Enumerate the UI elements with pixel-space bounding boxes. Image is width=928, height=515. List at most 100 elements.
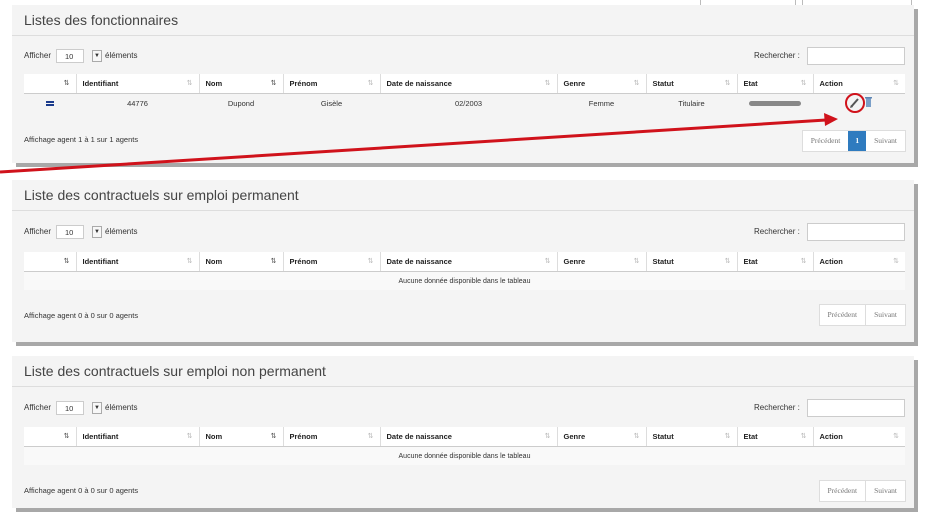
header-statut[interactable]: Statut ⇅ <box>645 427 737 447</box>
search-label: Rechercher : <box>754 403 800 412</box>
header-genre[interactable]: Genre ⇅ <box>556 427 646 447</box>
empty-message: Aucune donnée disponible dans le tableau <box>24 271 905 290</box>
title-divider <box>12 386 914 387</box>
header-row-control[interactable]: ⇅ <box>24 427 76 447</box>
page-1-button[interactable]: 1 <box>848 131 867 151</box>
next-button[interactable]: Suivant <box>865 305 905 325</box>
sort-icon: ⇅ <box>893 258 899 265</box>
sort-alpha-icon: ⇅ <box>270 80 277 87</box>
empty-row: Aucune donnée disponible dans le tableau <box>24 446 905 465</box>
sort-alpha-icon: ⇅ <box>270 258 277 265</box>
table-info: Affichage agent 0 à 0 sur 0 agents <box>24 311 139 320</box>
next-button[interactable]: Suivant <box>866 131 905 151</box>
empty-message: Aucune donnée disponible dans le tableau <box>24 446 905 465</box>
sort-icon: ⇅ <box>633 433 640 440</box>
header-etat[interactable]: Etat ⇅ <box>736 427 813 447</box>
sort-icon: ⇅ <box>367 80 374 87</box>
panel-title: Listes des fonctionnaires <box>24 12 179 28</box>
sort-icon: ⇅ <box>544 80 551 87</box>
cell-nom: Dupond <box>227 98 255 108</box>
sort-icon: ⇅ <box>633 80 640 87</box>
header-date-naissance[interactable]: Date de naissance ⇅ <box>379 252 557 272</box>
dropdown-caret-icon[interactable]: ▼ <box>92 226 102 238</box>
header-statut[interactable]: Statut ⇅ <box>645 74 737 94</box>
header-etat[interactable]: Etat ⇅ <box>736 252 813 272</box>
header-action[interactable]: Action ⇅ <box>812 427 905 447</box>
header-prenom[interactable]: Prénom ⇅ <box>282 74 380 94</box>
header-identifiant[interactable]: Identifiant ⇅ <box>75 252 199 272</box>
sort-icon: ⇅ <box>893 80 899 87</box>
header-row-control[interactable]: ⇅ <box>24 252 76 272</box>
action-icons <box>845 93 872 113</box>
permanent-table: ⇅ Identifiant ⇅ Nom ⇅ Prénom ⇅ Date de nais… <box>24 252 905 290</box>
length-suffix: éléments <box>105 227 138 236</box>
table-info: Affichage agent 0 à 0 sur 0 agents <box>24 486 139 495</box>
sort-icon: ⇅ <box>186 80 193 87</box>
table-row[interactable]: 44776 Dupond Gisèle 02/2003 Femme Titula… <box>24 93 905 113</box>
delete-trash-icon[interactable] <box>865 97 872 107</box>
prev-button[interactable]: Précédent <box>803 131 849 151</box>
next-button[interactable]: Suivant <box>865 481 905 501</box>
sort-icon: ⇅ <box>186 258 193 265</box>
header-action[interactable]: Action ⇅ <box>812 74 905 94</box>
sort-icon: ⇅ <box>800 433 807 440</box>
header-prenom[interactable]: Prénom ⇅ <box>282 427 380 447</box>
pagination: Précédent Suivant <box>818 480 906 502</box>
prev-button[interactable]: Précédent <box>820 305 866 325</box>
panel-contractuels-permanent: Liste des contractuels sur emploi perman… <box>12 180 914 342</box>
title-divider <box>12 210 914 211</box>
length-suffix: éléments <box>105 403 138 412</box>
dropdown-caret-icon[interactable]: ▼ <box>92 50 102 62</box>
sort-icon: ⇅ <box>367 433 374 440</box>
dropdown-caret-icon[interactable]: ▼ <box>92 402 102 414</box>
header-nom[interactable]: Nom ⇅ <box>198 74 283 94</box>
page-size-select[interactable]: 10 <box>56 225 84 239</box>
header-prenom[interactable]: Prénom ⇅ <box>282 252 380 272</box>
edit-pencil-icon[interactable] <box>850 98 859 108</box>
header-genre[interactable]: Genre ⇅ <box>556 252 646 272</box>
panel-fonctionnaires: Listes des fonctionnaires Afficher 10 ▼ … <box>12 5 914 163</box>
page-size-select[interactable]: 10 <box>56 49 84 63</box>
sort-icon: ⇅ <box>724 258 731 265</box>
header-statut[interactable]: Statut ⇅ <box>645 252 737 272</box>
search-input[interactable] <box>807 399 905 417</box>
title-divider <box>12 35 914 36</box>
header-date-naissance[interactable]: Date de naissance ⇅ <box>379 74 557 94</box>
sort-icon: ⇅ <box>186 433 193 440</box>
search-input[interactable] <box>807 47 905 65</box>
sort-icon: ⇅ <box>63 80 70 87</box>
table-info: Affichage agent 1 à 1 sur 1 agents <box>24 135 139 144</box>
header-date-naissance[interactable]: Date de naissance ⇅ <box>379 427 557 447</box>
page-size-select[interactable]: 10 <box>56 401 84 415</box>
sort-icon: ⇅ <box>800 80 807 87</box>
search-label: Rechercher : <box>754 227 800 236</box>
length-suffix: éléments <box>105 51 138 60</box>
header-identifiant[interactable]: Identifiant ⇅ <box>75 74 199 94</box>
cell-genre: Femme <box>588 98 615 108</box>
fonctionnaires-table: ⇅ Identifiant ⇅ Nom ⇅ Prénom ⇅ Date de nais… <box>24 74 905 113</box>
pagination: Précédent Suivant <box>818 304 906 326</box>
pagination: Précédent 1 Suivant <box>801 130 906 152</box>
etat-status-bar <box>749 101 801 107</box>
header-etat[interactable]: Etat ⇅ <box>736 74 813 94</box>
header-row-control[interactable]: ⇅ <box>24 74 76 94</box>
search-input[interactable] <box>807 223 905 241</box>
sort-icon: ⇅ <box>544 258 551 265</box>
header-identifiant[interactable]: Identifiant ⇅ <box>75 427 199 447</box>
cell-statut: Titulaire <box>678 98 705 108</box>
sort-icon: ⇅ <box>633 258 640 265</box>
prev-button[interactable]: Précédent <box>820 481 866 501</box>
sort-icon: ⇅ <box>544 433 551 440</box>
sort-icon: ⇅ <box>893 433 899 440</box>
header-genre[interactable]: Genre ⇅ <box>556 74 646 94</box>
row-status-icon[interactable] <box>24 94 76 113</box>
cell-identifiant: 44776 <box>127 98 148 108</box>
sort-alpha-icon: ⇅ <box>270 433 277 440</box>
header-nom[interactable]: Nom ⇅ <box>198 427 283 447</box>
sort-icon: ⇅ <box>63 258 70 265</box>
sort-icon: ⇅ <box>800 258 807 265</box>
header-action[interactable]: Action ⇅ <box>812 252 905 272</box>
panel-title: Liste des contractuels sur emploi non pe… <box>24 363 326 379</box>
header-nom[interactable]: Nom ⇅ <box>198 252 283 272</box>
cell-date-naissance: 02/2003 <box>454 98 483 108</box>
